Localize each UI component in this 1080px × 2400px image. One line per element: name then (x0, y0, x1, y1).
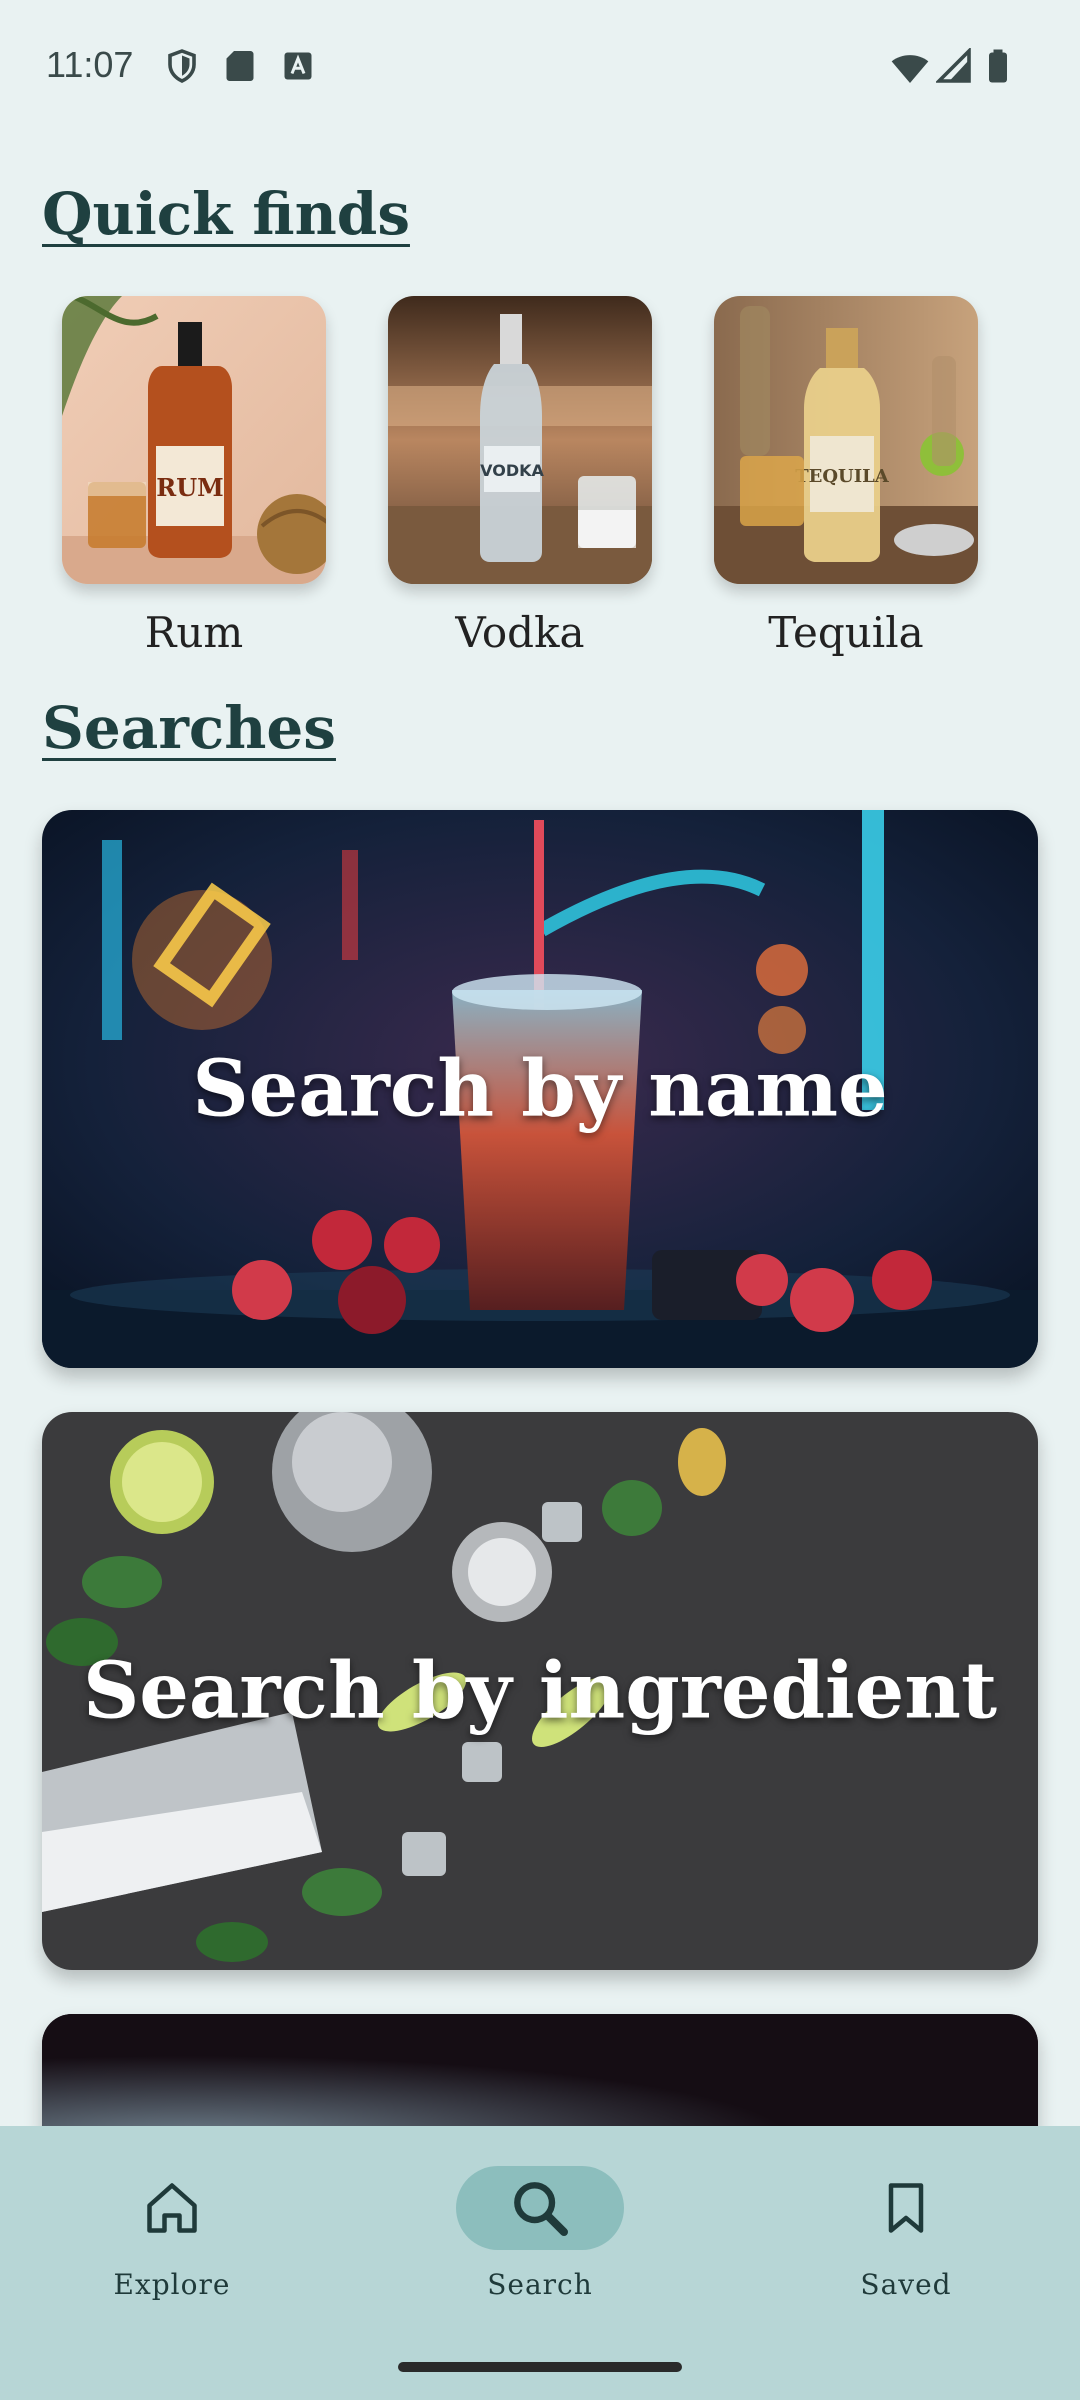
nav-label: Saved (860, 2268, 952, 2301)
svg-text:VODKA: VODKA (480, 461, 544, 480)
nav-saved[interactable]: Saved (796, 2166, 1016, 2301)
nav-explore-pill (88, 2166, 256, 2250)
shield-icon (168, 49, 196, 83)
quick-find-rum[interactable]: RUM Rum (62, 296, 326, 657)
status-bar: 11:07 (0, 0, 1080, 130)
searches-heading: Searches (42, 694, 336, 762)
rum-image: RUM (62, 296, 326, 584)
vodka-image: VODKA (388, 296, 652, 584)
quick-find-label: Rum (144, 608, 244, 657)
sd-card-icon (226, 51, 254, 81)
quick-find-vodka[interactable]: VODKA Vodka (388, 296, 652, 657)
nav-search[interactable]: Search (430, 2166, 650, 2301)
svg-text:TEQUILA: TEQUILA (795, 466, 890, 487)
status-time: 11:07 (46, 44, 134, 85)
nav-label: Search (487, 2268, 593, 2301)
quick-find-label: Tequila (768, 608, 924, 657)
font-icon (284, 52, 312, 80)
nav-saved-pill (822, 2166, 990, 2250)
signal-icon (936, 48, 971, 83)
quick-finds-heading: Quick finds (42, 180, 410, 248)
bookmark-icon (888, 2183, 924, 2233)
quick-find-label: Vodka (455, 608, 585, 657)
home-indicator[interactable] (398, 2362, 682, 2372)
search-by-name-card[interactable]: Search by name (42, 810, 1038, 1368)
nav-explore[interactable]: Explore (62, 2166, 282, 2301)
svg-text:RUM: RUM (156, 473, 223, 502)
wifi-icon (891, 55, 929, 83)
bottom-navigation: Explore Search Saved (0, 2126, 1080, 2400)
nav-search-pill (456, 2166, 624, 2250)
nav-label: Explore (113, 2268, 231, 2301)
home-icon (147, 2183, 197, 2233)
card-title: Search by name (192, 1043, 888, 1135)
battery-icon (989, 49, 1007, 83)
card-title: Search by ingredient (82, 1645, 998, 1737)
search-icon (514, 2182, 568, 2236)
tequila-image: TEQUILA (714, 296, 978, 584)
search-by-ingredient-card[interactable]: Search by ingredient (42, 1412, 1038, 1970)
quick-find-tequila[interactable]: TEQUILA Tequila (714, 296, 978, 657)
